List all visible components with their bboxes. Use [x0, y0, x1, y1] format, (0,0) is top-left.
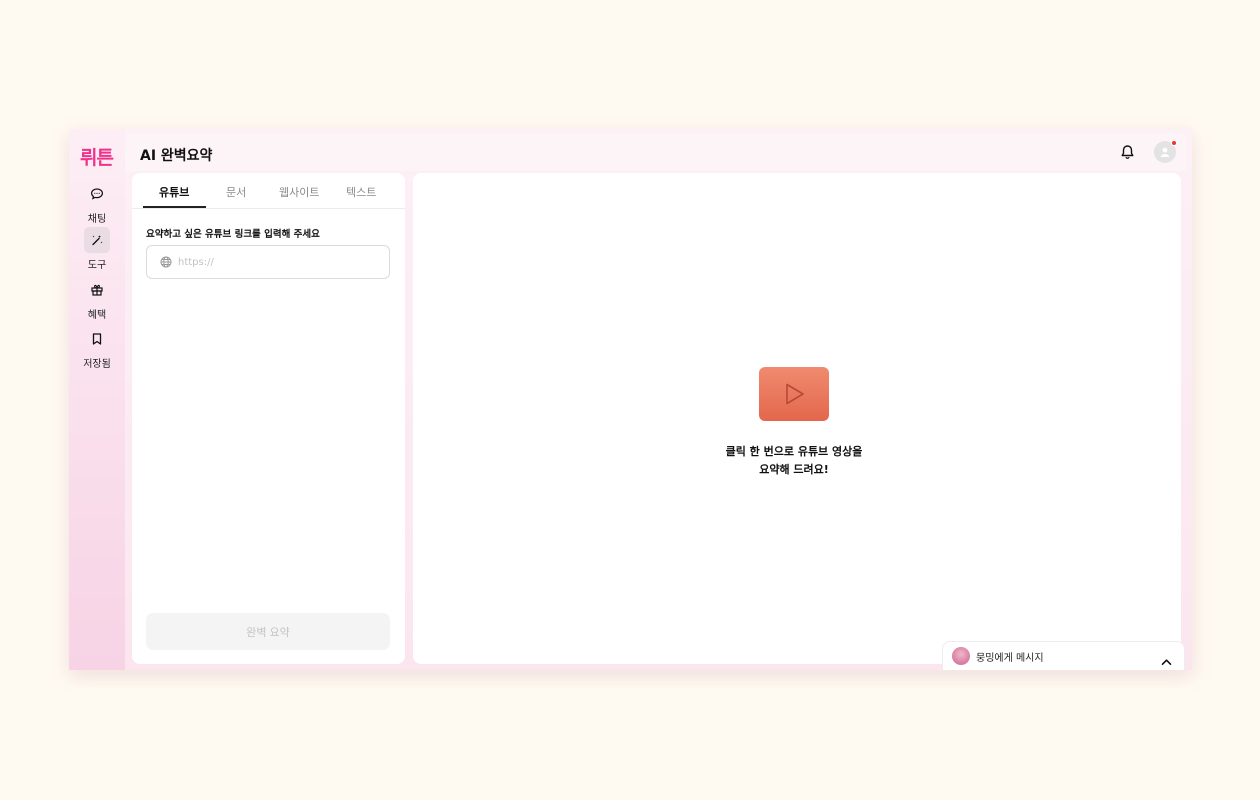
sidebar-item-saved[interactable]: 저장됨: [69, 326, 125, 370]
url-prompt-label: 요약하고 싶은 유튜브 링크를 입력해 주세요: [146, 229, 320, 240]
result-panel: 클릭 한 번으로 유튜브 영상을 요약해 드려요!: [413, 173, 1181, 664]
gift-icon: [84, 277, 110, 303]
empty-state-line: 요약해 드려요!: [759, 463, 829, 476]
top-header: AI 완벽요약: [125, 133, 1187, 171]
bot-avatar-icon: [952, 647, 970, 665]
chat-bubble-icon: [84, 181, 110, 207]
url-field[interactable]: [146, 245, 390, 279]
sidebar-rail: 뤼튼 채팅 도구 혜택 저장됨: [69, 129, 125, 670]
input-panel: 유튜브 문서 웹사이트 텍스트 요약하고 싶은 유튜브 링크를 입력해 주세요 …: [132, 173, 405, 664]
tab-website[interactable]: 웹사이트: [279, 184, 319, 200]
magic-wand-icon: [84, 227, 110, 253]
notification-dot: [1171, 140, 1177, 146]
sidebar-item-label: 도구: [87, 260, 107, 271]
message-widget[interactable]: 뭉밍에게 메시지: [942, 641, 1185, 670]
sidebar-item-label: 혜택: [87, 310, 107, 321]
brand-logo[interactable]: 뤼튼: [80, 143, 114, 170]
empty-state-line: 클릭 한 번으로 유튜브 영상을: [725, 445, 863, 458]
app-window: 뤼튼 채팅 도구 혜택 저장됨 AI 완벽요약 유튜브 문서 웹사이트 텍스트 …: [69, 129, 1192, 670]
tab-youtube[interactable]: 유튜브: [159, 184, 189, 200]
summarize-button[interactable]: 완벽 요약: [146, 613, 390, 650]
active-tab-indicator: [143, 206, 206, 208]
sidebar-item-tools[interactable]: 도구: [69, 227, 125, 271]
bookmark-icon: [84, 326, 110, 352]
bell-icon[interactable]: [1120, 144, 1135, 164]
play-icon: [759, 367, 829, 421]
page-title: AI 완벽요약: [140, 148, 213, 164]
url-input[interactable]: [178, 256, 368, 268]
chevron-up-icon[interactable]: [1161, 651, 1172, 670]
globe-icon: [160, 253, 172, 272]
message-widget-label: 뭉밍에게 메시지: [976, 652, 1044, 664]
sidebar-item-label: 저장됨: [83, 359, 111, 370]
user-avatar-icon[interactable]: [1154, 140, 1177, 163]
source-tabs: 유튜브 문서 웹사이트 텍스트: [132, 173, 405, 209]
empty-state-message: 클릭 한 번으로 유튜브 영상을 요약해 드려요!: [697, 443, 891, 479]
sidebar-item-benefits[interactable]: 혜택: [69, 277, 125, 321]
sidebar-item-chat[interactable]: 채팅: [69, 181, 125, 225]
sidebar-item-label: 채팅: [87, 214, 107, 225]
tab-document[interactable]: 문서: [226, 184, 246, 200]
tab-text[interactable]: 텍스트: [346, 184, 376, 200]
